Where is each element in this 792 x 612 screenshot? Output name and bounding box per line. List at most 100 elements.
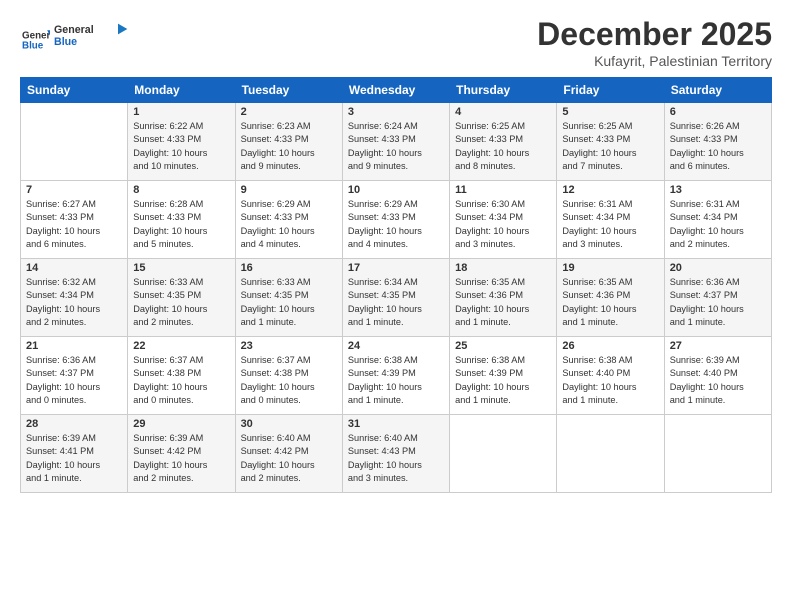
day-number: 31 <box>348 418 444 430</box>
col-header-friday: Friday <box>557 78 664 103</box>
day-info: Sunrise: 6:38 AMSunset: 4:39 PMDaylight:… <box>455 354 551 407</box>
cell-day: 15 Sunrise: 6:33 AMSunset: 4:35 PMDayligh… <box>128 259 235 337</box>
col-header-saturday: Saturday <box>664 78 771 103</box>
week-row-1: 1Sunrise: 6:22 AMSunset: 4:33 PMDaylight… <box>21 103 772 181</box>
day-number: 9 <box>241 184 337 196</box>
day-number: 20 <box>670 262 766 274</box>
day-number: 14 <box>26 262 122 274</box>
cell-day: 4Sunrise: 6:25 AMSunset: 4:33 PMDaylight… <box>450 103 557 181</box>
day-info: Sunrise: 6:33 AMSunset: 4:35 PMDaylight:… <box>241 276 337 329</box>
day-info: Sunrise: 6:31 AMSunset: 4:34 PMDaylight:… <box>670 198 766 251</box>
col-header-wednesday: Wednesday <box>342 78 449 103</box>
col-header-tuesday: Tuesday <box>235 78 342 103</box>
cell-day: 27Sunrise: 6:39 AMSunset: 4:40 PMDayligh… <box>664 337 771 415</box>
day-number: 26 <box>562 340 658 352</box>
page-header: General Blue General Blue December 2025 … <box>20 16 772 69</box>
svg-text:General: General <box>54 24 94 36</box>
day-number: 4 <box>455 106 551 118</box>
day-info: Sunrise: 6:29 AMSunset: 4:33 PMDaylight:… <box>348 198 444 251</box>
day-info: Sunrise: 6:39 AMSunset: 4:42 PMDaylight:… <box>133 432 229 485</box>
day-info: Sunrise: 6:38 AMSunset: 4:39 PMDaylight:… <box>348 354 444 407</box>
day-number: 1 <box>133 106 229 118</box>
cell-day: 21Sunrise: 6:36 AMSunset: 4:37 PMDayligh… <box>21 337 128 415</box>
day-info: Sunrise: 6:39 AMSunset: 4:41 PMDaylight:… <box>26 432 122 485</box>
day-number: 28 <box>26 418 122 430</box>
day-number: 16 <box>241 262 337 274</box>
cell-day: 26 Sunrise: 6:38 AMSunset: 4:40 PMDayligh… <box>557 337 664 415</box>
cell-day: 22 Sunrise: 6:37 AMSunset: 4:38 PMDayligh… <box>128 337 235 415</box>
week-row-3: 14 Sunrise: 6:32 AMSunset: 4:34 PMDayligh… <box>21 259 772 337</box>
week-row-5: 28 Sunrise: 6:39 AMSunset: 4:41 PMDayligh… <box>21 415 772 493</box>
day-info: Sunrise: 6:40 AMSunset: 4:42 PMDaylight:… <box>241 432 337 485</box>
day-number: 5 <box>562 106 658 118</box>
day-number: 10 <box>348 184 444 196</box>
day-number: 17 <box>348 262 444 274</box>
cell-day: 29Sunrise: 6:39 AMSunset: 4:42 PMDayligh… <box>128 415 235 493</box>
cell-day: 14 Sunrise: 6:32 AMSunset: 4:34 PMDayligh… <box>21 259 128 337</box>
cell-day: 30 Sunrise: 6:40 AMSunset: 4:42 PMDayligh… <box>235 415 342 493</box>
day-info: Sunrise: 6:40 AMSunset: 4:43 PMDaylight:… <box>348 432 444 485</box>
cell-day <box>557 415 664 493</box>
cell-day: 25 Sunrise: 6:38 AMSunset: 4:39 PMDayligh… <box>450 337 557 415</box>
cell-day: 31 Sunrise: 6:40 AMSunset: 4:43 PMDayligh… <box>342 415 449 493</box>
day-info: Sunrise: 6:34 AMSunset: 4:35 PMDaylight:… <box>348 276 444 329</box>
cell-day: 13 Sunrise: 6:31 AMSunset: 4:34 PMDayligh… <box>664 181 771 259</box>
page-subtitle: Kufayrit, Palestinian Territory <box>537 53 772 69</box>
week-row-4: 21Sunrise: 6:36 AMSunset: 4:37 PMDayligh… <box>21 337 772 415</box>
day-info: Sunrise: 6:28 AMSunset: 4:33 PMDaylight:… <box>133 198 229 251</box>
cell-day: 8 Sunrise: 6:28 AMSunset: 4:33 PMDaylight… <box>128 181 235 259</box>
cell-day <box>450 415 557 493</box>
day-info: Sunrise: 6:24 AMSunset: 4:33 PMDaylight:… <box>348 120 444 173</box>
day-number: 8 <box>133 184 229 196</box>
day-number: 22 <box>133 340 229 352</box>
title-block: December 2025 Kufayrit, Palestinian Terr… <box>537 16 772 69</box>
col-header-thursday: Thursday <box>450 78 557 103</box>
cell-day: 2 Sunrise: 6:23 AMSunset: 4:33 PMDaylight… <box>235 103 342 181</box>
day-info: Sunrise: 6:32 AMSunset: 4:34 PMDaylight:… <box>26 276 122 329</box>
cell-day: 17 Sunrise: 6:34 AMSunset: 4:35 PMDayligh… <box>342 259 449 337</box>
day-info: Sunrise: 6:23 AMSunset: 4:33 PMDaylight:… <box>241 120 337 173</box>
day-number: 27 <box>670 340 766 352</box>
day-number: 19 <box>562 262 658 274</box>
cell-day <box>664 415 771 493</box>
svg-text:Blue: Blue <box>54 36 77 48</box>
day-info: Sunrise: 6:27 AMSunset: 4:33 PMDaylight:… <box>26 198 122 251</box>
day-info: Sunrise: 6:33 AMSunset: 4:35 PMDaylight:… <box>133 276 229 329</box>
calendar-table: SundayMondayTuesdayWednesdayThursdayFrid… <box>20 77 772 493</box>
cell-day: 11 Sunrise: 6:30 AMSunset: 4:34 PMDayligh… <box>450 181 557 259</box>
cell-day: 3 Sunrise: 6:24 AMSunset: 4:33 PMDaylight… <box>342 103 449 181</box>
day-number: 11 <box>455 184 551 196</box>
cell-day: 10 Sunrise: 6:29 AMSunset: 4:33 PMDayligh… <box>342 181 449 259</box>
day-number: 12 <box>562 184 658 196</box>
day-info: Sunrise: 6:35 AMSunset: 4:36 PMDaylight:… <box>562 276 658 329</box>
cell-day: 16 Sunrise: 6:33 AMSunset: 4:35 PMDayligh… <box>235 259 342 337</box>
day-info: Sunrise: 6:25 AMSunset: 4:33 PMDaylight:… <box>562 120 658 173</box>
cell-day: 5 Sunrise: 6:25 AMSunset: 4:33 PMDaylight… <box>557 103 664 181</box>
cell-day: 6Sunrise: 6:26 AMSunset: 4:33 PMDaylight… <box>664 103 771 181</box>
day-number: 15 <box>133 262 229 274</box>
day-info: Sunrise: 6:37 AMSunset: 4:38 PMDaylight:… <box>241 354 337 407</box>
cell-day: 9Sunrise: 6:29 AMSunset: 4:33 PMDaylight… <box>235 181 342 259</box>
day-number: 30 <box>241 418 337 430</box>
cell-day: 19 Sunrise: 6:35 AMSunset: 4:36 PMDayligh… <box>557 259 664 337</box>
day-number: 23 <box>241 340 337 352</box>
day-info: Sunrise: 6:36 AMSunset: 4:37 PMDaylight:… <box>670 276 766 329</box>
day-info: Sunrise: 6:31 AMSunset: 4:34 PMDaylight:… <box>562 198 658 251</box>
day-number: 3 <box>348 106 444 118</box>
col-header-monday: Monday <box>128 78 235 103</box>
day-number: 13 <box>670 184 766 196</box>
day-number: 18 <box>455 262 551 274</box>
cell-day: 28 Sunrise: 6:39 AMSunset: 4:41 PMDayligh… <box>21 415 128 493</box>
logo: General Blue General Blue <box>20 16 134 59</box>
day-number: 25 <box>455 340 551 352</box>
cell-day <box>21 103 128 181</box>
day-info: Sunrise: 6:30 AMSunset: 4:34 PMDaylight:… <box>455 198 551 251</box>
day-info: Sunrise: 6:26 AMSunset: 4:33 PMDaylight:… <box>670 120 766 173</box>
cell-day: 20 Sunrise: 6:36 AMSunset: 4:37 PMDayligh… <box>664 259 771 337</box>
day-number: 2 <box>241 106 337 118</box>
day-info: Sunrise: 6:38 AMSunset: 4:40 PMDaylight:… <box>562 354 658 407</box>
cell-day: 23 Sunrise: 6:37 AMSunset: 4:38 PMDayligh… <box>235 337 342 415</box>
col-header-sunday: Sunday <box>21 78 128 103</box>
day-info: Sunrise: 6:37 AMSunset: 4:38 PMDaylight:… <box>133 354 229 407</box>
day-number: 21 <box>26 340 122 352</box>
